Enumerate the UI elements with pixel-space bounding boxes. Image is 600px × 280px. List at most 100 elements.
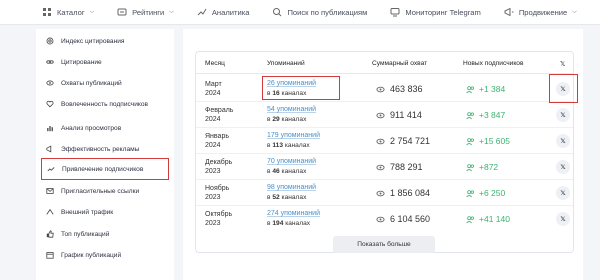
mentions-link[interactable]: 70 упоминаний [267, 158, 316, 165]
ads-icon [46, 145, 52, 153]
subscribers-value: +1 384 [479, 84, 506, 94]
header-mentions: Упоминаний [267, 60, 305, 67]
nav-ratings-label: Рейтинги [132, 7, 165, 17]
chevron-down-icon: ⌵ [89, 8, 95, 15]
eye-icon [376, 216, 385, 222]
header-subscribers: Новых подписчиков [463, 60, 524, 67]
sidebar-item-label: Эффективность рекламы [61, 145, 140, 153]
header-month: Месяц [205, 60, 225, 67]
heart-icon [46, 100, 54, 108]
link-icon [46, 60, 54, 64]
sidebar-item-citation-index[interactable]: Индекс цитирования [41, 30, 169, 52]
x-share-button[interactable]: 𝕏 [556, 82, 570, 96]
sidebar-item-reach[interactable]: Охваты публикаций [41, 72, 169, 94]
reach-cell: 6 104 560 [376, 214, 430, 224]
sidebar-item-label: Внешний трафик [61, 208, 114, 216]
mentions-link[interactable]: 98 упоминаний [267, 184, 316, 191]
calendar-icon [46, 252, 54, 259]
month-year: 2024 [205, 116, 221, 123]
nav-promotion[interactable]: Продвижение ⌵ [504, 7, 577, 17]
x-share-button[interactable]: 𝕏 [556, 134, 570, 148]
month-year: 2024 [205, 142, 221, 149]
reach-value: 911 414 [390, 110, 422, 120]
top-navigation: Каталог ⌵ Рейтинги ⌵ Аналитика Поиск по … [0, 0, 600, 25]
subscribers-value: +872 [479, 162, 499, 172]
users-icon [466, 189, 474, 197]
month-year: 2023 [205, 168, 221, 175]
nav-analytics-label: Аналитика [211, 7, 250, 17]
eye-icon [376, 164, 385, 170]
reach-cell: 911 414 [376, 110, 422, 120]
sidebar-item-label: График публикаций [61, 251, 122, 259]
x-share-button[interactable]: 𝕏 [556, 160, 570, 174]
monitor-icon [390, 8, 400, 17]
table-row: Октябрь 2023 274 упоминаний в 194 каналах … [196, 206, 573, 232]
channels-count: в 194 каналах [267, 220, 311, 227]
eye-icon [376, 112, 385, 118]
sidebar-item-engagement[interactable]: Вовлеченность подписчиков [41, 93, 169, 115]
sidebar-item-schedule[interactable]: График публикаций [41, 244, 169, 266]
table-row: Февраль 2024 54 упоминаний в 29 каналах 91… [196, 102, 573, 128]
x-share-button[interactable]: 𝕏 [556, 108, 570, 122]
sidebar-item-label: Цитирование [61, 58, 102, 66]
mentions-link[interactable]: 179 упоминаний [267, 132, 320, 139]
month-year: 2023 [205, 220, 221, 227]
sidebar-item-label: Привлечение подписчиков [62, 165, 144, 173]
table-row: Январь 2024 179 упоминаний в 113 каналах 2… [196, 128, 573, 154]
chart-icon [197, 8, 207, 16]
month-name: Март [205, 81, 222, 88]
month-name: Октябрь [205, 211, 233, 218]
reach-cell: 2 754 721 [376, 136, 430, 146]
subscribers-cell: +15 605 [466, 136, 510, 146]
channels-count: в 52 каналах [267, 194, 307, 201]
mentions-cell: 274 упоминаний в 194 каналах [267, 209, 320, 229]
at-icon [46, 37, 54, 45]
nav-monitoring-label: Мониторинг Telegram [405, 7, 481, 17]
invite-icon [46, 188, 54, 194]
sidebar-item-label: Вовлеченность подписчиков [61, 100, 149, 108]
show-more-button[interactable]: Показать больше [333, 236, 435, 253]
header-reach: Суммарный охват [372, 60, 428, 67]
x-share-button[interactable]: 𝕏 [556, 186, 570, 200]
chevron-down-icon: ⌵ [572, 8, 577, 15]
x-share-button[interactable]: 𝕏 [556, 212, 570, 226]
sidebar-item-views[interactable]: Анализ просмотров [41, 117, 169, 139]
users-icon [466, 111, 474, 119]
sidebar: Индекс цитирования Цитирование Охваты пу… [36, 29, 174, 280]
mentions-highlight [262, 76, 340, 100]
sidebar-item-ads[interactable]: Эффективность рекламы [41, 138, 169, 160]
sidebar-item-external-traffic[interactable]: Внешний трафик [41, 201, 169, 223]
bar-chart-icon [47, 126, 53, 132]
subscribers-cell: +3 847 [466, 110, 505, 120]
users-icon [466, 163, 474, 171]
month-name: Февраль [205, 107, 234, 114]
table-row: Март 2024 26 упоминаний в 16 каналах 463 8… [196, 74, 578, 103]
sidebar-item-label: Охваты публикаций [61, 79, 122, 87]
nav-monitoring[interactable]: Мониторинг Telegram [390, 7, 481, 17]
users-icon [466, 85, 474, 93]
table-row: Декабрь 2023 70 упоминаний в 46 каналах 78… [196, 154, 573, 180]
reach-cell: 463 836 [376, 84, 423, 94]
mentions-link[interactable]: 274 упоминаний [267, 210, 320, 217]
reach-value: 463 836 [390, 84, 423, 94]
sidebar-item-top-posts[interactable]: Топ публикаций [41, 223, 169, 245]
rating-icon [117, 8, 127, 16]
mentions-link[interactable]: 54 упоминаний [267, 106, 316, 113]
eye-icon [46, 80, 54, 86]
reach-cell: 788 291 [376, 162, 423, 172]
subscribers-cell: +872 [466, 162, 498, 172]
trend-icon [47, 167, 55, 172]
eye-icon [376, 190, 385, 196]
nav-ratings[interactable]: Рейтинги ⌵ [117, 7, 174, 17]
sidebar-item-label: Анализ просмотров [61, 124, 122, 132]
sidebar-item-subscriber-growth[interactable]: Привлечение подписчиков [41, 158, 169, 180]
nav-catalog[interactable]: Каталог ⌵ [42, 7, 94, 17]
subscribers-value: +15 605 [479, 136, 510, 146]
nav-analytics[interactable]: Аналитика [197, 7, 250, 17]
nav-search[interactable]: Поиск по публикациям [272, 7, 367, 17]
sidebar-item-invite-links[interactable]: Пригласительные ссылки [41, 180, 169, 202]
users-icon [466, 215, 474, 223]
sidebar-item-citation[interactable]: Цитирование [41, 51, 169, 73]
month-name: Ноябрь [205, 185, 230, 192]
month-year: 2023 [205, 194, 221, 201]
